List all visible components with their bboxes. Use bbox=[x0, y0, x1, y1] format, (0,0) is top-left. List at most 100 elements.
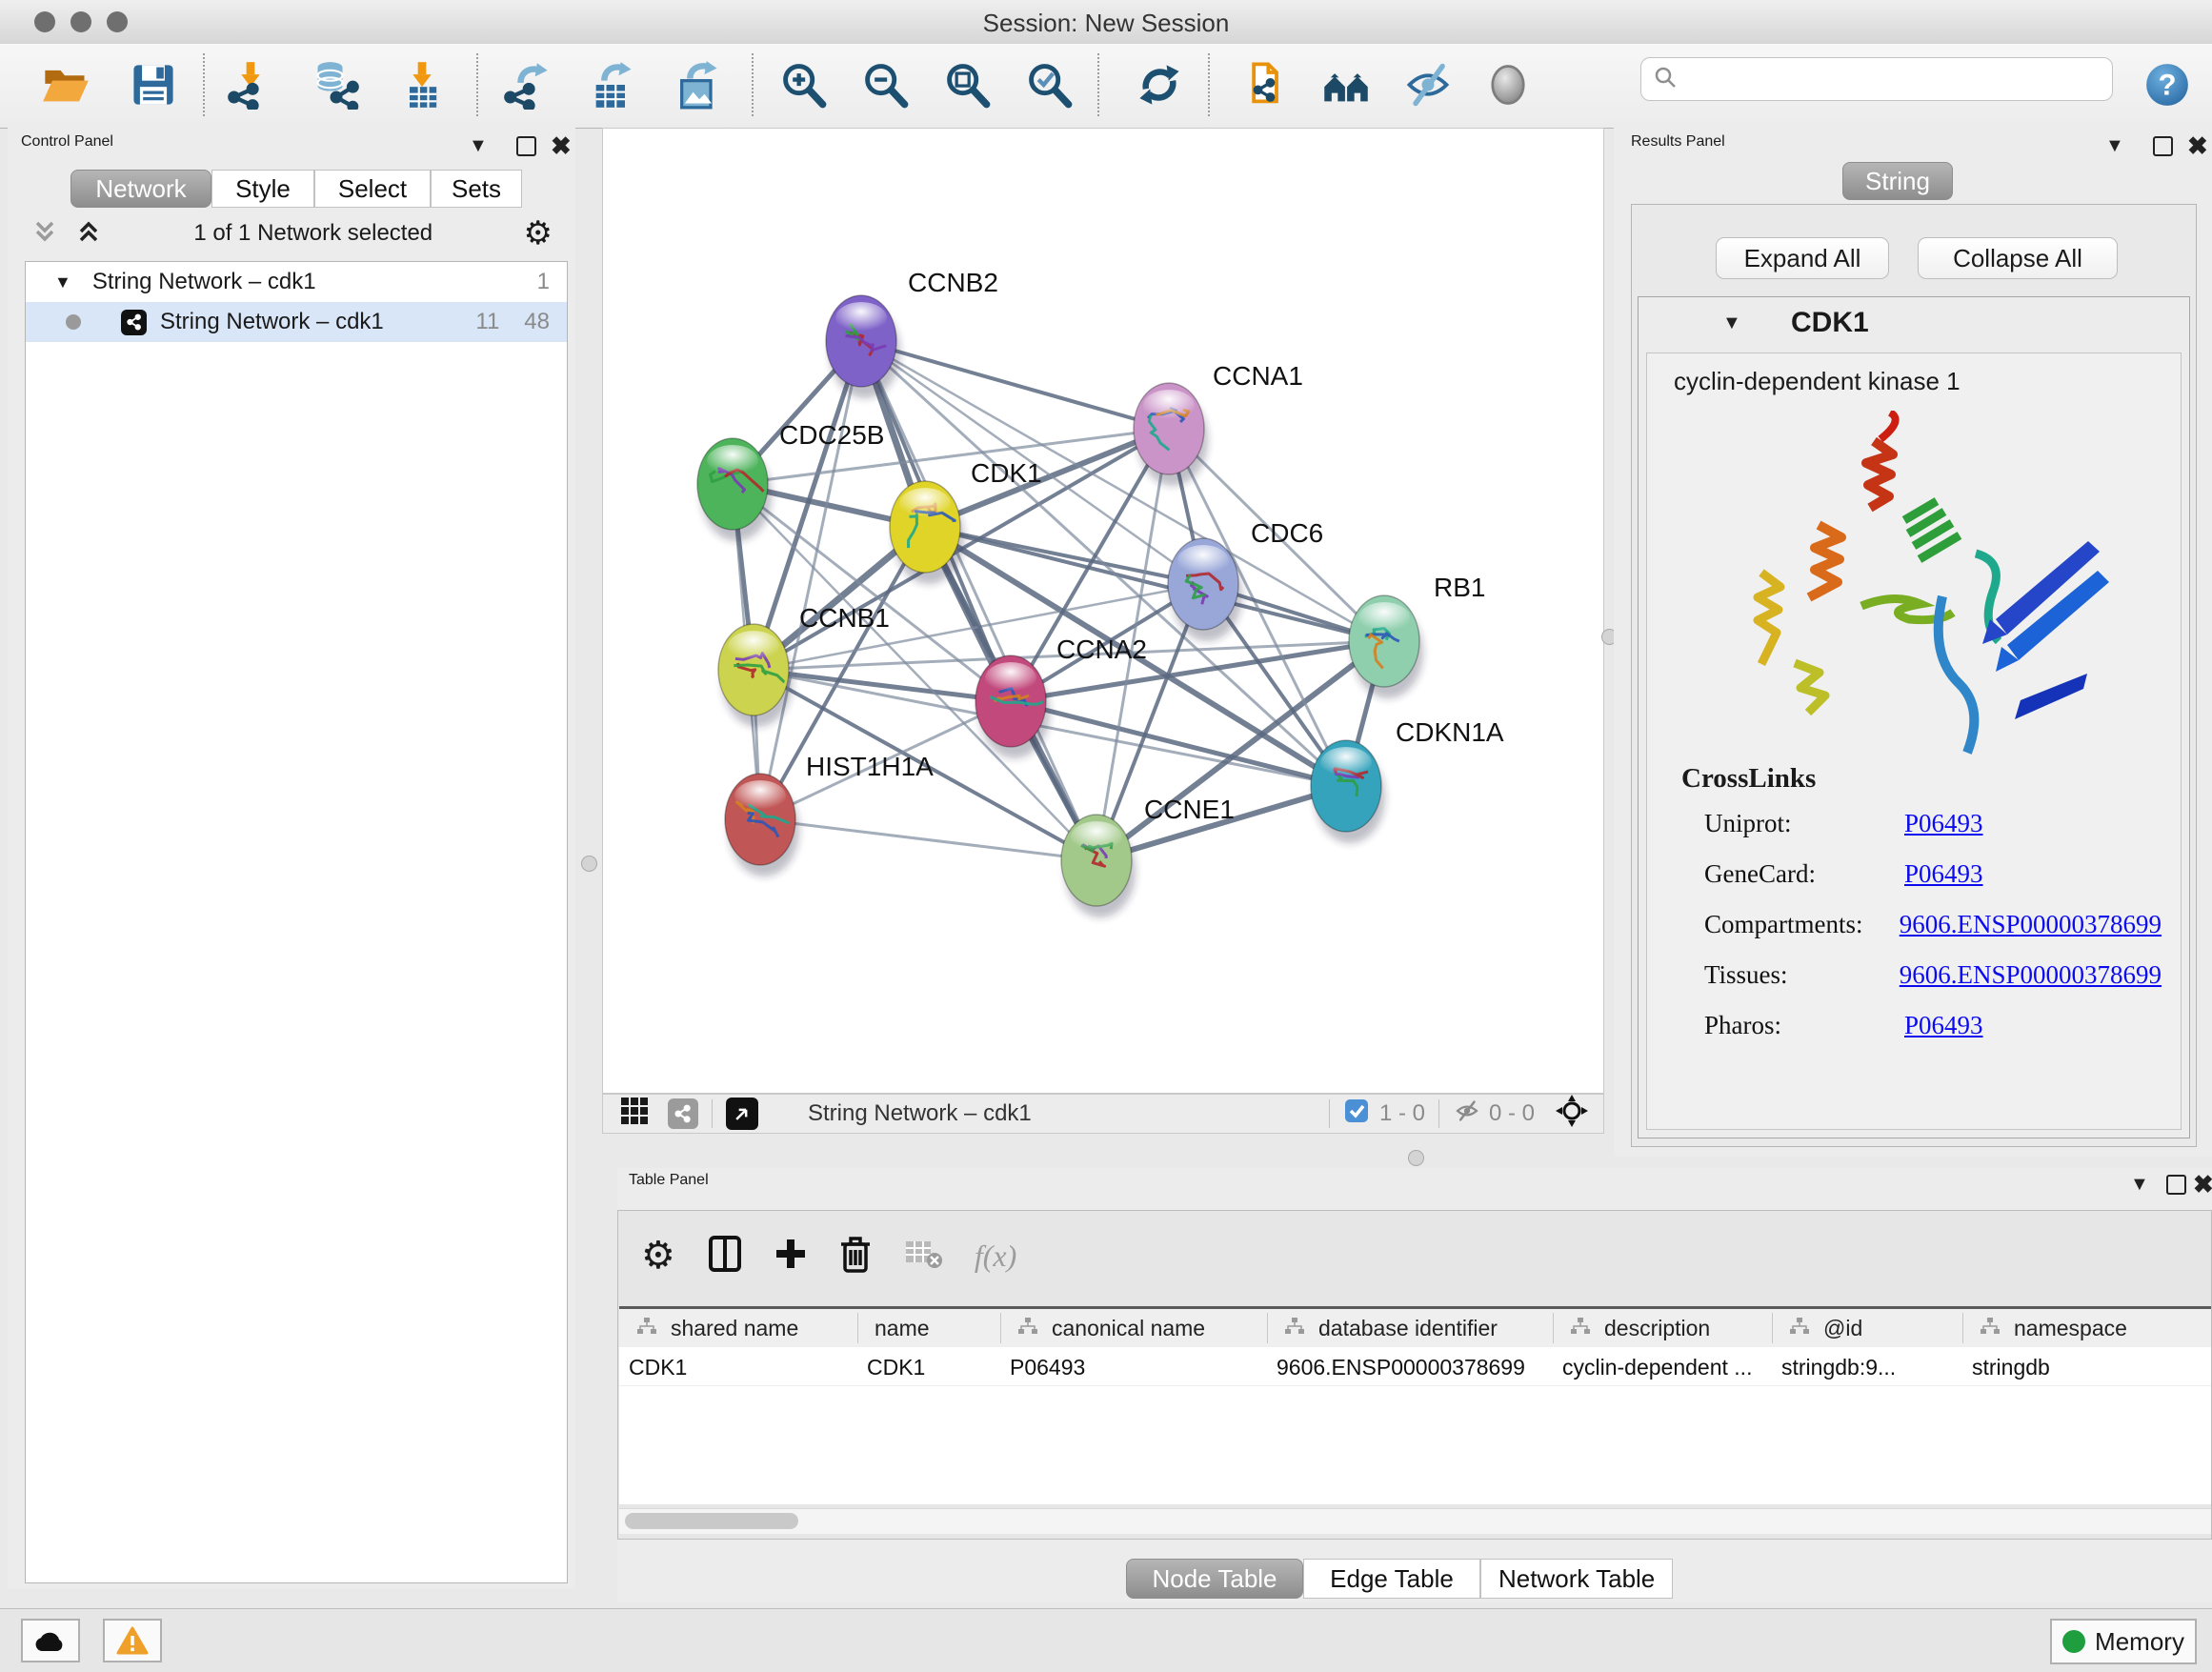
hidden-eye-slash-icon[interactable] bbox=[1453, 1097, 1481, 1132]
import-table-icon[interactable] bbox=[396, 59, 448, 111]
import-database-icon[interactable] bbox=[311, 59, 362, 111]
add-column-icon[interactable] bbox=[774, 1238, 807, 1275]
edge-ccne1-hist1h1a[interactable] bbox=[760, 819, 1096, 860]
tab-style[interactable]: Style bbox=[211, 170, 314, 208]
bottom-divider-handle[interactable] bbox=[1408, 1150, 1424, 1166]
warnings-button[interactable] bbox=[103, 1619, 162, 1662]
left-divider-handle[interactable] bbox=[581, 856, 597, 872]
tab-string[interactable]: String bbox=[1842, 162, 1953, 200]
search-input[interactable] bbox=[1678, 65, 2081, 93]
column-header-0[interactable]: shared name bbox=[636, 1309, 855, 1347]
open-session-icon[interactable] bbox=[40, 59, 91, 111]
network-collection-row[interactable]: ▼ String Network – cdk1 1 bbox=[26, 262, 567, 302]
save-session-icon[interactable] bbox=[128, 59, 179, 111]
network-options-gear-icon[interactable]: ⚙ bbox=[524, 214, 553, 252]
table-cell[interactable]: P06493 bbox=[1010, 1355, 1263, 1380]
crosslink-link[interactable]: P06493 bbox=[1904, 809, 1983, 838]
column-divider[interactable] bbox=[1962, 1313, 1963, 1343]
tab-network-table[interactable]: Network Table bbox=[1480, 1559, 1673, 1599]
selected-checkbox-icon[interactable] bbox=[1343, 1098, 1370, 1131]
results-panel-float-icon[interactable] bbox=[2153, 136, 2173, 156]
import-network-icon[interactable] bbox=[225, 59, 276, 111]
table-panel-float-icon[interactable] bbox=[2166, 1175, 2186, 1195]
protein-node-cdk1[interactable]: CDK1 bbox=[890, 458, 1042, 584]
export-image-icon[interactable] bbox=[673, 59, 724, 111]
tab-network[interactable]: Network bbox=[70, 170, 211, 208]
collapse-all-button[interactable]: Collapse All bbox=[1918, 237, 2118, 279]
table-cell[interactable]: stringdb:9... bbox=[1781, 1355, 1959, 1380]
collection-expand-caret[interactable]: ▼ bbox=[54, 272, 71, 292]
export-network-icon[interactable] bbox=[501, 59, 553, 111]
column-divider[interactable] bbox=[857, 1313, 858, 1343]
protein-node-rb1[interactable]: RB1 bbox=[1349, 573, 1485, 698]
function-builder-icon[interactable]: f(x) bbox=[975, 1239, 1016, 1274]
gene-entry-caret[interactable]: ▼ bbox=[1722, 312, 1741, 334]
column-header-3[interactable]: database identifier bbox=[1284, 1309, 1551, 1347]
control-panel-close-icon[interactable]: ✖ bbox=[551, 133, 572, 158]
table-cell[interactable]: cyclin-dependent ... bbox=[1562, 1355, 1768, 1380]
fit-selected-crosshair-icon[interactable] bbox=[1556, 1095, 1588, 1134]
zoom-fit-icon[interactable] bbox=[941, 59, 993, 111]
expand-all-networks-icon[interactable] bbox=[74, 217, 103, 251]
table-cell[interactable]: 9606.ENSP00000378699 bbox=[1277, 1355, 1549, 1380]
zoom-in-icon[interactable] bbox=[777, 59, 829, 111]
results-panel-close-icon[interactable]: ✖ bbox=[2187, 133, 2208, 158]
zoom-out-icon[interactable] bbox=[859, 59, 911, 111]
protein-node-ccna1[interactable]: CCNA1 bbox=[1134, 361, 1303, 486]
column-divider[interactable] bbox=[1267, 1313, 1268, 1343]
protein-node-cdkn1a[interactable]: CDKN1A bbox=[1311, 717, 1504, 843]
birdseye-view-icon[interactable] bbox=[726, 1098, 758, 1130]
results-panel-menu-caret[interactable]: ▼ bbox=[2105, 135, 2124, 157]
control-panel-float-icon[interactable] bbox=[516, 136, 536, 156]
crosslink-link[interactable]: P06493 bbox=[1904, 859, 1983, 889]
search-box[interactable] bbox=[1640, 57, 2113, 101]
column-header-6[interactable]: namespace bbox=[1980, 1309, 2209, 1347]
column-divider[interactable] bbox=[1772, 1313, 1773, 1343]
crosslink-link[interactable]: P06493 bbox=[1904, 1011, 1983, 1040]
tab-select[interactable]: Select bbox=[314, 170, 431, 208]
table-panel-menu-caret[interactable]: ▼ bbox=[2130, 1174, 2149, 1196]
column-divider[interactable] bbox=[1553, 1313, 1554, 1343]
edge-ccnb2-ccne1[interactable] bbox=[861, 341, 1096, 860]
memory-button[interactable]: Memory bbox=[2050, 1619, 2197, 1664]
delete-column-icon[interactable] bbox=[839, 1235, 872, 1278]
edge-ccnb2-hist1h1a[interactable] bbox=[760, 341, 861, 819]
network-canvas[interactable]: CCNB2CCNA1CDC25BCDK1CDC6RB1CCNB1CCNA2CDK… bbox=[602, 128, 1604, 1094]
tab-sets[interactable]: Sets bbox=[431, 170, 522, 208]
export-table-icon[interactable] bbox=[587, 59, 638, 111]
scrollbar-thumb[interactable] bbox=[625, 1513, 798, 1529]
network-share-icon[interactable] bbox=[668, 1098, 698, 1129]
zoom-selected-icon[interactable] bbox=[1023, 59, 1075, 111]
cloud-button[interactable] bbox=[21, 1619, 80, 1662]
tab-edge-table[interactable]: Edge Table bbox=[1303, 1559, 1480, 1599]
show-panels-eye-icon[interactable] bbox=[1482, 59, 1534, 111]
control-panel-menu-caret[interactable]: ▼ bbox=[469, 135, 488, 157]
collapse-all-networks-icon[interactable] bbox=[30, 217, 59, 251]
grid-view-icon[interactable] bbox=[620, 1097, 649, 1132]
crosslink-link[interactable]: 9606.ENSP00000378699 bbox=[1900, 910, 2162, 939]
refresh-icon[interactable] bbox=[1134, 59, 1185, 111]
home-networks-icon[interactable] bbox=[1320, 59, 1372, 111]
network-graph[interactable]: CCNB2CCNA1CDC25BCDK1CDC6RB1CCNB1CCNA2CDK… bbox=[603, 129, 1603, 1093]
table-cell[interactable]: CDK1 bbox=[867, 1355, 996, 1380]
table-panel-close-icon[interactable]: ✖ bbox=[2193, 1172, 2212, 1197]
hide-panels-eye-icon[interactable] bbox=[1402, 59, 1454, 111]
help-icon[interactable]: ? bbox=[2142, 59, 2193, 111]
column-header-2[interactable]: canonical name bbox=[1017, 1309, 1265, 1347]
delete-table-icon[interactable] bbox=[904, 1238, 942, 1275]
tab-node-table[interactable]: Node Table bbox=[1126, 1559, 1303, 1599]
protein-node-ccne1[interactable]: CCNE1 bbox=[1061, 795, 1235, 917]
table-horizontal-scrollbar[interactable] bbox=[619, 1508, 2211, 1534]
string-document-icon[interactable] bbox=[1238, 59, 1290, 111]
crosslink-link[interactable]: 9606.ENSP00000378699 bbox=[1900, 960, 2162, 990]
column-header-5[interactable]: @id bbox=[1789, 1309, 1961, 1347]
show-columns-icon[interactable] bbox=[708, 1235, 742, 1278]
column-header-1[interactable]: name bbox=[875, 1309, 998, 1347]
protein-node-cdc25b[interactable]: CDC25B bbox=[697, 420, 884, 541]
column-header-4[interactable]: description bbox=[1570, 1309, 1770, 1347]
table-row[interactable]: CDK1 CDK1 P06493 9606.ENSP00000378699 cyclin… bbox=[619, 1347, 2211, 1386]
network-row[interactable]: String Network – cdk1 11 48 bbox=[26, 302, 567, 342]
table-cell[interactable]: CDK1 bbox=[629, 1355, 854, 1380]
table-cell[interactable]: stringdb bbox=[1972, 1355, 2207, 1380]
table-options-gear-icon[interactable]: ⚙ bbox=[641, 1234, 675, 1278]
